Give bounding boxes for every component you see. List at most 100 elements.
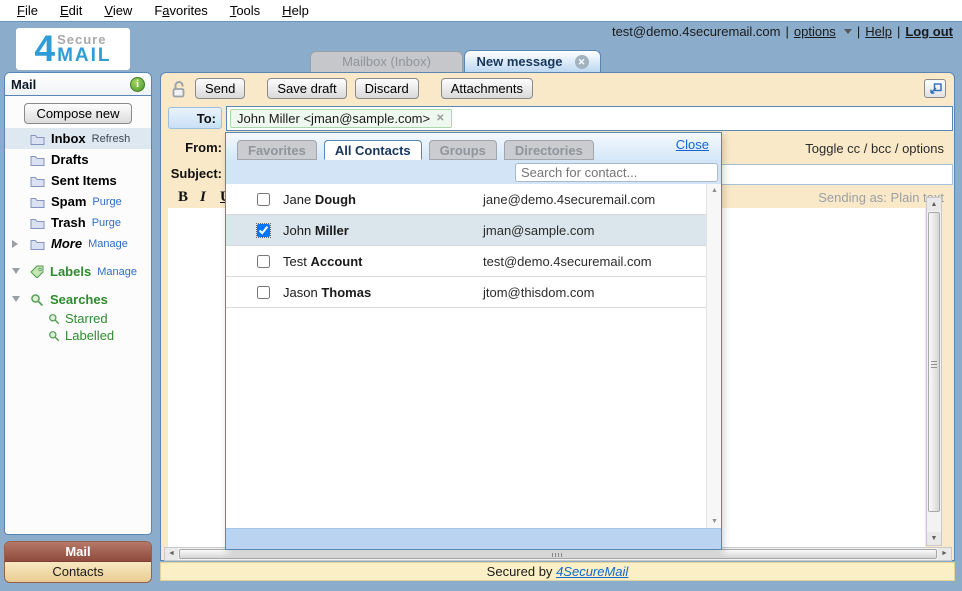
italic-button[interactable]: I — [200, 189, 206, 205]
options-dropdown-icon[interactable] — [844, 29, 852, 34]
account-bar: test@demo.4securemail.com | options | He… — [612, 24, 953, 39]
labels-manage-link[interactable]: Manage — [97, 266, 137, 278]
scroll-right-icon[interactable]: ► — [938, 548, 951, 560]
sidebar-item-drafts[interactable]: Drafts — [5, 149, 151, 170]
webmail-app: File Edit View Favorites Tools Help test… — [0, 0, 962, 591]
folder-icon — [30, 217, 45, 229]
contact-list-scrollbar[interactable]: ▲ ▼ — [706, 184, 721, 528]
horizontal-scrollbar-thumb[interactable] — [179, 549, 937, 559]
tab-mailbox-inbox[interactable]: Mailbox (Inbox) — [310, 51, 463, 72]
picker-search-row — [226, 160, 721, 184]
menu-edit[interactable]: Edit — [49, 0, 93, 22]
compose-toolbar: Send Save draft Discard Attachments — [161, 73, 954, 104]
vertical-scrollbar[interactable]: ▲ ▼ — [926, 197, 942, 546]
menu-favorites[interactable]: Favorites — [143, 0, 218, 22]
popout-icon — [929, 83, 942, 95]
compose-new-button[interactable]: Compose new — [24, 103, 131, 124]
tab-close-icon[interactable]: ✕ — [575, 55, 589, 69]
expander-expanded-icon[interactable] — [12, 268, 20, 274]
tab-all-contacts[interactable]: All Contacts — [324, 140, 422, 160]
toggle-cc-bcc-link[interactable]: Toggle cc / bcc / options — [805, 141, 944, 156]
sidebar-item-spam[interactable]: Spam Purge — [5, 191, 151, 212]
sidebar-header: Mail i — [5, 73, 151, 96]
contact-checkbox[interactable] — [257, 224, 270, 237]
folder-icon — [30, 154, 45, 166]
folder-list: Inbox Refresh Drafts Sent Items Spam Pur… — [5, 128, 151, 254]
contact-checkbox[interactable] — [257, 193, 270, 206]
trash-purge-link[interactable]: Purge — [92, 217, 121, 229]
tab-new-message[interactable]: New message ✕ — [464, 50, 601, 72]
folder-icon — [30, 175, 45, 187]
save-draft-button[interactable]: Save draft — [267, 78, 346, 99]
chip-remove-icon[interactable]: ✕ — [436, 113, 444, 124]
from-label: From: — [168, 140, 222, 155]
contact-row-john-miller[interactable]: John Miller jman@sample.com — [226, 215, 721, 246]
sidebar-mail-panel: Mail i Compose new Inbox Refresh Drafts … — [4, 72, 152, 535]
scroll-left-icon[interactable]: ◄ — [165, 548, 178, 560]
tab-groups[interactable]: Groups — [429, 140, 497, 160]
tag-icon — [30, 265, 44, 278]
contact-row-jason-thomas[interactable]: Jason Thomas jtom@thisdom.com — [226, 277, 721, 308]
nav-mail-button[interactable]: Mail — [5, 542, 151, 562]
scroll-down-icon[interactable]: ▼ — [707, 518, 721, 525]
contact-picker-overlay: Favorites All Contacts Groups Directorie… — [225, 132, 722, 550]
options-link[interactable]: options — [794, 24, 836, 39]
sidebar-item-trash[interactable]: Trash Purge — [5, 212, 151, 233]
brand-link[interactable]: 4SecureMail — [556, 564, 628, 579]
sidebar-item-sent-items[interactable]: Sent Items — [5, 170, 151, 191]
contact-search-input[interactable] — [515, 163, 718, 182]
scroll-up-icon[interactable]: ▲ — [927, 198, 941, 211]
attachments-button[interactable]: Attachments — [441, 78, 533, 99]
spam-purge-link[interactable]: Purge — [92, 196, 121, 208]
vertical-scrollbar-thumb[interactable] — [928, 212, 940, 512]
bottom-nav: Mail Contacts — [4, 541, 152, 583]
popout-button[interactable] — [924, 79, 946, 98]
recipient-chip: John Miller <jman@sample.com> ✕ — [230, 109, 452, 128]
sidebar-item-labels[interactable]: Labels Manage — [5, 261, 151, 282]
contact-checkbox[interactable] — [257, 286, 270, 299]
scroll-up-icon[interactable]: ▲ — [707, 187, 721, 194]
help-link[interactable]: Help — [865, 24, 892, 39]
contact-row-test-account[interactable]: Test Account test@demo.4securemail.com — [226, 246, 721, 277]
inbox-refresh-link[interactable]: Refresh — [92, 133, 131, 145]
picker-close-link[interactable]: Close — [676, 137, 709, 152]
app-logo: 4 Secure MAIL — [16, 28, 130, 70]
sidebar-item-labelled[interactable]: Labelled — [5, 327, 151, 344]
more-manage-link[interactable]: Manage — [88, 238, 128, 250]
search-icon — [30, 293, 44, 307]
folder-icon — [30, 238, 45, 250]
menu-tools[interactable]: Tools — [219, 0, 271, 22]
contact-checkbox[interactable] — [257, 255, 270, 268]
discard-button[interactable]: Discard — [355, 78, 419, 99]
search-icon — [48, 330, 60, 342]
sidebar-item-inbox[interactable]: Inbox Refresh — [5, 128, 151, 149]
nav-contacts-button[interactable]: Contacts — [5, 562, 151, 582]
info-icon[interactable]: i — [130, 77, 145, 92]
sidebar-title: Mail — [11, 77, 36, 92]
secured-footer: Secured by 4SecureMail — [160, 562, 955, 581]
browser-menu-bar: File Edit View Favorites Tools Help — [0, 0, 962, 22]
folder-icon — [30, 133, 45, 145]
tab-directories[interactable]: Directories — [504, 140, 594, 160]
sidebar-item-searches[interactable]: Searches — [5, 289, 151, 310]
send-button[interactable]: Send — [195, 78, 245, 99]
to-input[interactable]: John Miller <jman@sample.com> ✕ — [226, 106, 953, 131]
contact-picker-tabs: Favorites All Contacts Groups Directorie… — [226, 133, 721, 160]
subject-label: Subject: — [163, 166, 222, 181]
expander-expanded-icon[interactable] — [12, 296, 20, 302]
expander-collapsed-icon[interactable] — [12, 240, 18, 248]
tab-favorites[interactable]: Favorites — [237, 140, 317, 160]
menu-view[interactable]: View — [93, 0, 143, 22]
logout-link[interactable]: Log out — [905, 24, 953, 39]
folder-icon — [30, 196, 45, 208]
sidebar-item-more[interactable]: More Manage — [5, 233, 151, 254]
menu-help[interactable]: Help — [271, 0, 320, 22]
picker-footer — [226, 528, 721, 549]
sidebar-item-starred[interactable]: Starred — [5, 310, 151, 327]
scroll-down-icon[interactable]: ▼ — [927, 532, 941, 545]
menu-file[interactable]: File — [6, 0, 49, 22]
bold-button[interactable]: B — [178, 189, 188, 205]
to-row: To: John Miller <jman@sample.com> ✕ — [161, 106, 954, 132]
search-icon — [48, 313, 60, 325]
contact-row-jane-dough[interactable]: Jane Dough jane@demo.4securemail.com — [226, 184, 721, 215]
